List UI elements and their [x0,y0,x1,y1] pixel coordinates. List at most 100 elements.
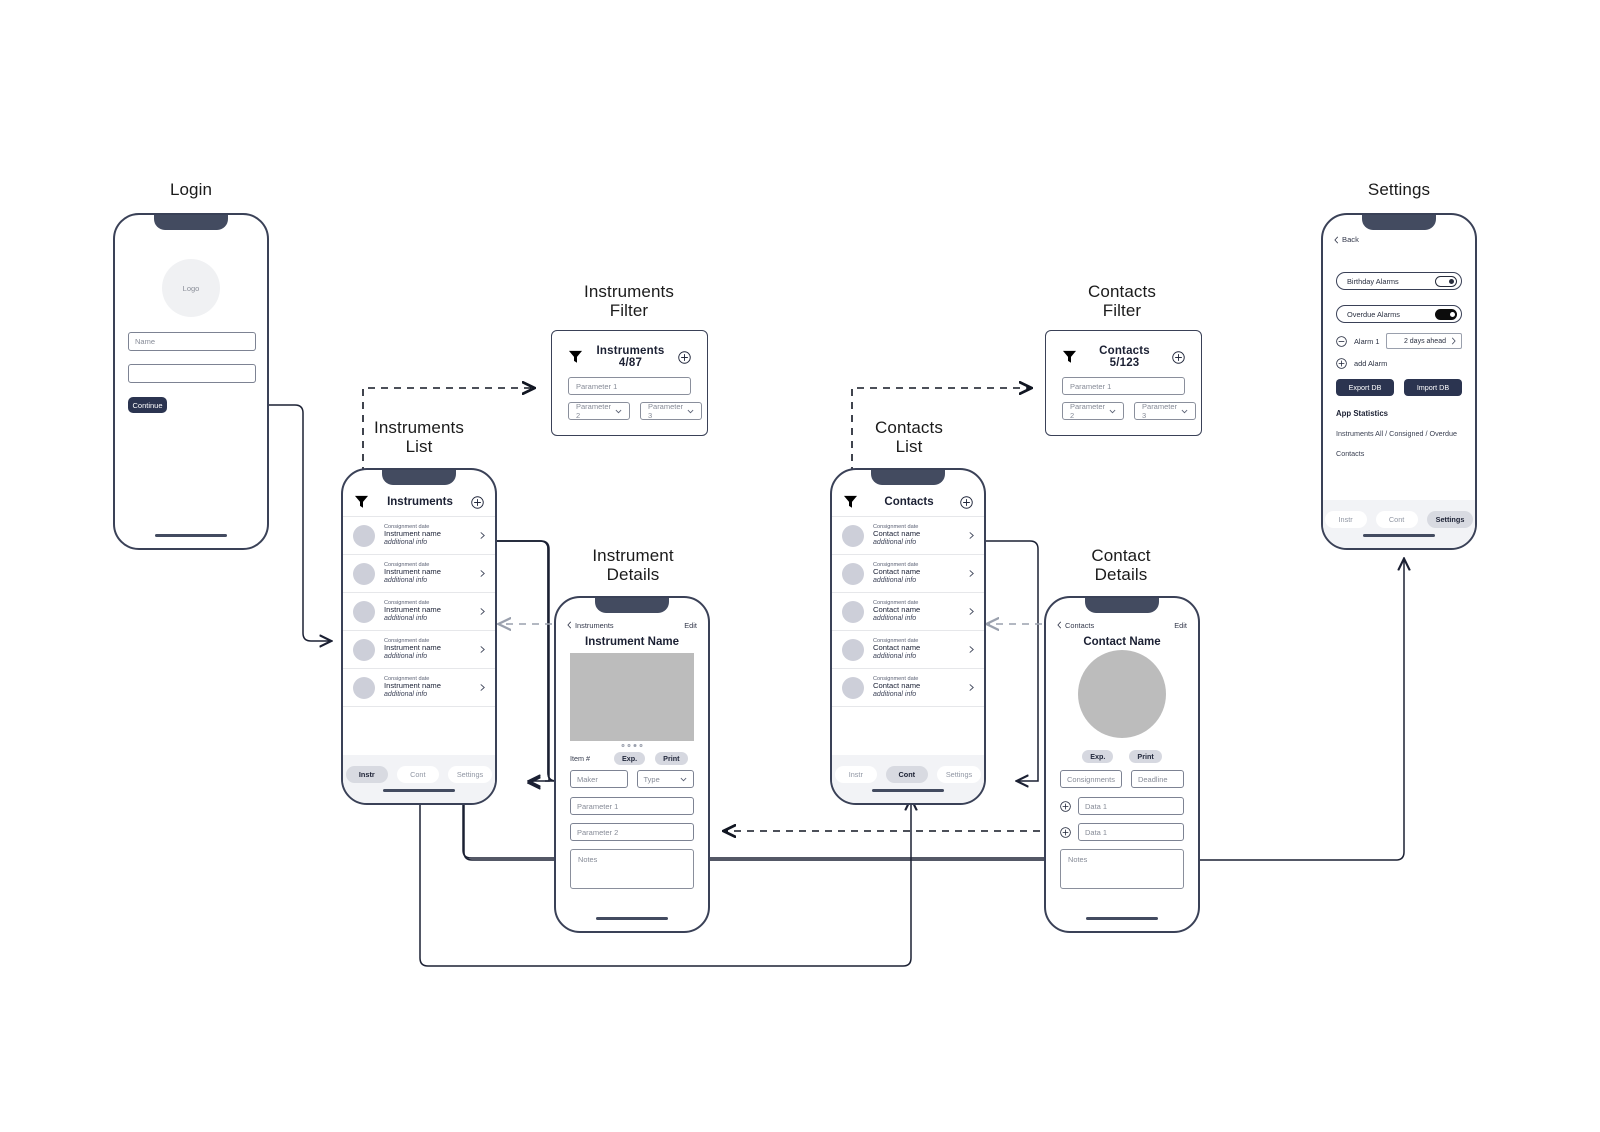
plus-circle-icon[interactable] [471,495,484,509]
list-item[interactable]: Consignment date Contact name additional… [832,516,984,555]
deadline-input[interactable]: Deadline [1130,770,1184,788]
contacts-list-rows: Consignment date Contact name additional… [832,516,984,751]
list-item-info: additional info [873,691,917,699]
list-item-text: Consignment date Contact name additional… [873,524,959,547]
contact-photo-placeholder[interactable] [1078,650,1166,738]
export-db-button[interactable]: Export DB [1336,379,1394,396]
back-button[interactable]: Back [1334,235,1359,244]
list-item-info: additional info [873,653,917,661]
tab-contacts[interactable]: Cont [396,765,439,783]
list-item[interactable]: Consignment date Contact name additional… [832,630,984,669]
export-button[interactable]: Exp. [1082,750,1114,763]
birthday-alarms-toggle[interactable] [1435,275,1457,287]
funnel-icon[interactable] [843,495,858,509]
instruments-tabbar: Instr Cont Settings [343,755,495,803]
tab-settings[interactable]: Settings [1426,510,1474,528]
contact-action-row: Exp. Print [1060,750,1184,763]
tab-contacts[interactable]: Cont [885,765,928,783]
list-item[interactable]: Consignment date Instrument name additio… [343,516,495,555]
back-button[interactable]: Contacts [1057,621,1094,630]
name-input[interactable]: Name [128,332,256,351]
caption-contacts-list: Contacts List [875,418,943,456]
chevron-right-icon [969,532,974,539]
consignments-input[interactable]: Consignments [1060,770,1122,788]
list-item[interactable]: Consignment date Instrument name additio… [343,668,495,707]
instruments-filter-param3[interactable]: Parameter 3 [640,402,703,420]
notes-textarea[interactable]: Notes [1060,849,1184,889]
plus-circle-icon[interactable] [678,350,691,364]
plus-circle-icon[interactable] [1172,350,1185,364]
param2-input[interactable]: Parameter 2 [570,823,694,841]
minus-circle-icon[interactable] [1336,335,1347,347]
alarm-1-value-stepper[interactable]: 2 days ahead [1386,333,1462,349]
plus-circle-icon[interactable] [1060,826,1071,838]
tab-settings[interactable]: Settings [936,765,982,783]
list-item[interactable]: Consignment date Instrument name additio… [343,554,495,593]
print-button[interactable]: Print [1129,750,1162,763]
back-button[interactable]: Instruments [567,621,614,630]
password-input[interactable] [128,364,256,383]
tab-contacts-label: Cont [410,769,426,779]
tab-contacts[interactable]: Cont [1375,510,1418,528]
birthday-alarms-label: Birthday Alarms [1347,276,1399,286]
tab-instruments-label: Instr [358,769,375,779]
settings-tabbar: Instr Cont Settings [1323,500,1475,548]
tab-instruments[interactable]: Instr [345,765,388,783]
login-screen: Logo Name Continue [113,213,269,550]
edit-button[interactable]: Edit [1174,621,1187,630]
name-input-placeholder: Name [135,337,156,346]
type-select[interactable]: Type [636,770,694,788]
print-button[interactable]: Print [655,752,688,765]
plus-circle-icon[interactable] [1060,800,1071,812]
list-item[interactable]: Consignment date Contact name additional… [832,668,984,707]
chevron-right-icon [1451,337,1456,345]
contact-details-title: Contact Name [1083,636,1161,648]
carousel-dot[interactable] [621,744,625,747]
carousel-dot[interactable] [639,744,643,747]
overdue-alarms-toggle[interactable] [1435,308,1457,320]
chevron-right-icon [480,532,485,539]
contacts-filter-param2[interactable]: Parameter 2 [1062,402,1125,420]
contacts-filter-param-row: Parameter 2 Parameter 3 [1062,402,1197,420]
list-item[interactable]: Consignment date Contact name additional… [832,592,984,631]
list-item-text: Consignment date Contact name additional… [873,676,959,699]
carousel-dot[interactable] [627,744,631,747]
import-db-button[interactable]: Import DB [1404,379,1462,396]
contacts-filter-param3[interactable]: Parameter 3 [1134,402,1197,420]
list-item-info: additional info [873,615,917,623]
edit-button[interactable]: Edit [684,621,697,630]
phone-notch [595,598,669,613]
list-item[interactable]: Consignment date Instrument name additio… [343,592,495,631]
list-item[interactable]: Consignment date Instrument name additio… [343,630,495,669]
data2-input[interactable]: Data 1 [1078,823,1184,841]
data1-input[interactable]: Data 1 [1078,797,1184,815]
export-button[interactable]: Exp. [613,752,646,765]
plus-circle-icon[interactable] [960,495,973,509]
plus-circle-icon[interactable] [1336,358,1347,369]
tab-settings[interactable]: Settings [447,765,493,783]
caption-instrument-details: Instrument Details [592,546,674,584]
chevron-right-icon [969,570,974,577]
funnel-icon[interactable] [354,495,369,509]
contacts-filter-param1[interactable]: Parameter 1 [1062,377,1185,395]
overdue-alarms-row[interactable]: Overdue Alarms [1336,305,1462,323]
param1-input[interactable]: Parameter 1 [570,797,694,815]
carousel-dot-active[interactable] [633,744,637,747]
continue-button[interactable]: Continue [128,397,167,413]
funnel-icon[interactable] [568,350,583,364]
birthday-alarms-row[interactable]: Birthday Alarms [1336,272,1462,290]
contacts-list-header: Contacts [832,487,984,517]
notes-textarea[interactable]: Notes [570,849,694,889]
add-alarm-row[interactable]: add Alarm [1336,358,1462,369]
funnel-icon[interactable] [1062,350,1077,364]
instrument-image-placeholder[interactable] [570,653,694,741]
back-button-label: Contacts [1065,620,1095,630]
maker-input[interactable]: Maker [570,770,628,788]
tab-instruments[interactable]: Instr [1324,510,1367,528]
instruments-filter-param2[interactable]: Parameter 2 [568,402,631,420]
contacts-filter-body: Parameter 1 Parameter 2 Parameter 3 [1046,377,1201,434]
instruments-filter-param1[interactable]: Parameter 1 [568,377,691,395]
list-item[interactable]: Consignment date Contact name additional… [832,554,984,593]
contacts-list-title: Contacts [884,496,934,508]
tab-instruments[interactable]: Instr [834,765,877,783]
